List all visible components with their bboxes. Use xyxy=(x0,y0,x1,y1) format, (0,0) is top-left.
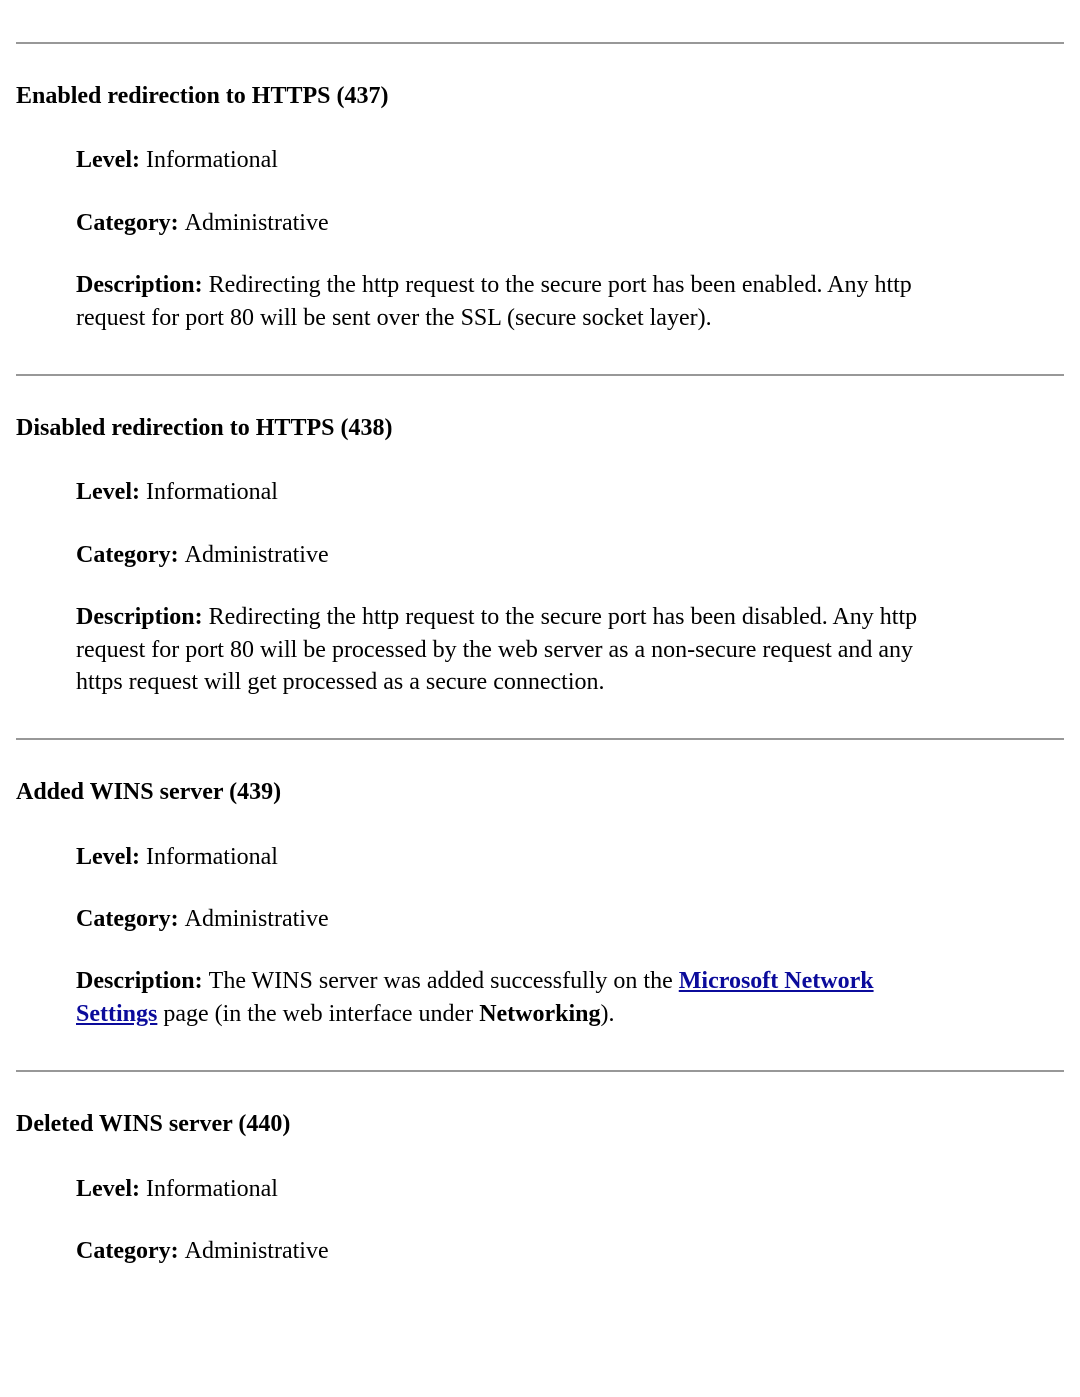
category-field: Category:Administrative xyxy=(76,207,926,239)
event-entry: Enabled redirection to HTTPS (437) Level… xyxy=(16,80,1064,334)
category-value: Administrative xyxy=(185,542,329,568)
level-label: Level: xyxy=(76,147,146,173)
event-entry: Deleted WINS server (440) Level:Informat… xyxy=(16,1108,1064,1267)
entry-title: Added WINS server (439) xyxy=(16,776,1064,808)
level-label: Level: xyxy=(76,479,146,505)
divider xyxy=(16,1070,1064,1072)
category-label: Category: xyxy=(76,210,185,236)
category-value: Administrative xyxy=(185,210,329,236)
entry-fields: Level:Informational Category:Administrat… xyxy=(76,841,1064,1031)
description-label: Description: xyxy=(76,968,209,994)
level-value: Informational xyxy=(146,844,278,870)
level-field: Level:Informational xyxy=(76,476,926,508)
level-value: Informational xyxy=(146,147,278,173)
entry-title: Disabled redirection to HTTPS (438) xyxy=(16,412,1064,444)
description-field: Description:Redirecting the http request… xyxy=(76,601,926,698)
category-field: Category:Administrative xyxy=(76,903,926,935)
entry-title: Enabled redirection to HTTPS (437) xyxy=(16,80,1064,112)
document-page: Enabled redirection to HTTPS (437) Level… xyxy=(0,42,1080,1337)
level-label: Level: xyxy=(76,1176,146,1202)
category-label: Category: xyxy=(76,542,185,568)
entry-fields: Level:Informational Category:Administrat… xyxy=(76,476,1064,698)
description-label: Description: xyxy=(76,272,209,298)
category-value: Administrative xyxy=(185,1238,329,1264)
level-value: Informational xyxy=(146,479,278,505)
event-entry: Added WINS server (439) Level:Informatio… xyxy=(16,776,1064,1030)
category-value: Administrative xyxy=(185,906,329,932)
description-bold: Networking xyxy=(479,1001,600,1027)
category-field: Category:Administrative xyxy=(76,539,926,571)
divider xyxy=(16,738,1064,740)
description-field: Description:Redirecting the http request… xyxy=(76,269,926,334)
description-label: Description: xyxy=(76,604,209,630)
divider xyxy=(16,374,1064,376)
event-entry: Disabled redirection to HTTPS (438) Leve… xyxy=(16,412,1064,698)
entry-fields: Level:Informational Category:Administrat… xyxy=(76,144,1064,334)
category-field: Category:Administrative xyxy=(76,1235,926,1267)
level-field: Level:Informational xyxy=(76,841,926,873)
level-field: Level:Informational xyxy=(76,1173,926,1205)
entry-title: Deleted WINS server (440) xyxy=(16,1108,1064,1140)
level-value: Informational xyxy=(146,1176,278,1202)
level-field: Level:Informational xyxy=(76,144,926,176)
entry-fields: Level:Informational Category:Administrat… xyxy=(76,1173,1064,1268)
description-field: Description:The WINS server was added su… xyxy=(76,965,926,1030)
category-label: Category: xyxy=(76,1238,185,1264)
category-label: Category: xyxy=(76,906,185,932)
divider xyxy=(16,42,1064,44)
level-label: Level: xyxy=(76,844,146,870)
